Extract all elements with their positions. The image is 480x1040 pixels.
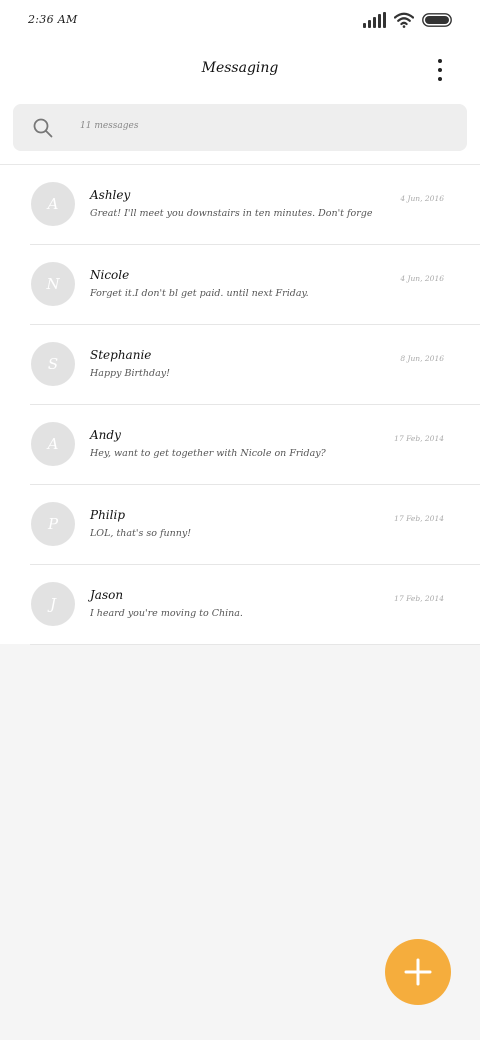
conversation-item[interactable]: P Philip LOL, that's so funny! 17 Feb, 2… <box>0 485 480 565</box>
new-message-button[interactable] <box>385 939 451 1005</box>
message-date: 8 Jun, 2016 <box>400 354 444 363</box>
contact-name: Jason <box>90 588 124 602</box>
contact-name: Ashley <box>90 188 131 202</box>
message-preview: Hey, want to get together with Nicole on… <box>90 448 326 459</box>
conversation-item[interactable]: J Jason I heard you're moving to China. … <box>0 565 480 645</box>
message-preview: Forget it.I don't bl get paid. until nex… <box>90 288 309 299</box>
contact-name: Stephanie <box>90 348 152 362</box>
conversation-item[interactable]: A Ashley Great! I'll meet you downstairs… <box>0 165 480 245</box>
more-vertical-icon-dot <box>438 77 442 81</box>
avatar: J <box>31 582 75 626</box>
avatar: A <box>31 182 75 226</box>
more-vertical-icon-dot <box>438 68 442 72</box>
conversation-list: A Ashley Great! I'll meet you downstairs… <box>0 165 480 645</box>
message-date: 17 Feb, 2014 <box>394 514 444 523</box>
message-date: 4 Jun, 2016 <box>400 274 444 283</box>
app-header: Messaging <box>0 50 480 90</box>
conversation-item[interactable]: A Andy Hey, want to get together with Ni… <box>0 405 480 485</box>
status-time: 2:36 AM <box>28 13 78 26</box>
battery-icon <box>422 13 452 27</box>
messaging-screen: 2:36 AM Messaging 11 messages A Ashley G… <box>0 0 480 1040</box>
avatar: N <box>31 262 75 306</box>
signal-icon <box>363 12 386 28</box>
page-title: Messaging <box>201 60 279 76</box>
more-vertical-icon <box>438 59 442 63</box>
message-date: 17 Feb, 2014 <box>394 434 444 443</box>
more-options-button[interactable] <box>426 56 454 84</box>
avatar: A <box>31 422 75 466</box>
message-date: 4 Jun, 2016 <box>400 194 444 203</box>
content-panel: 2:36 AM Messaging 11 messages A Ashley G… <box>0 0 480 645</box>
conversation-item[interactable]: N Nicole Forget it.I don't bl get paid. … <box>0 245 480 325</box>
message-preview: LOL, that's so funny! <box>90 528 192 539</box>
contact-name: Andy <box>90 428 121 442</box>
status-bar: 2:36 AM <box>0 0 480 44</box>
avatar: P <box>31 502 75 546</box>
search-placeholder: 11 messages <box>80 121 139 131</box>
contact-name: Nicole <box>90 268 130 282</box>
message-preview: Great! I'll meet you downstairs in ten m… <box>90 208 373 219</box>
search-icon <box>33 118 53 138</box>
wifi-icon <box>394 12 414 28</box>
message-date: 17 Feb, 2014 <box>394 594 444 603</box>
plus-icon <box>404 958 432 986</box>
status-icons <box>363 12 452 28</box>
search-input[interactable]: 11 messages <box>13 104 467 151</box>
conversation-item[interactable]: S Stephanie Happy Birthday! 8 Jun, 2016 <box>0 325 480 405</box>
avatar: S <box>31 342 75 386</box>
message-preview: Happy Birthday! <box>90 368 170 379</box>
message-preview: I heard you're moving to China. <box>90 608 243 619</box>
contact-name: Philip <box>90 508 125 522</box>
